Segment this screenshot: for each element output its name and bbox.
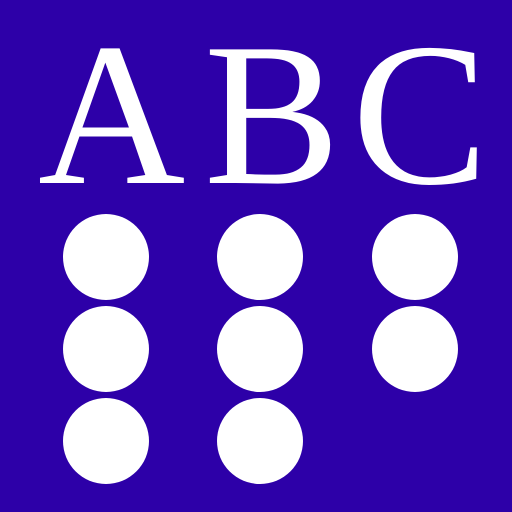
braille-dot-col3-row2 (372, 306, 458, 392)
letter-a: A (38, 2, 186, 228)
braille-dot-col2-row2 (217, 306, 303, 392)
letter-b: B (204, 2, 341, 228)
braille-dot-col1-row2 (63, 306, 149, 392)
letters-row: A B C (0, 2, 512, 228)
braille-dot-col1-row1 (63, 214, 149, 300)
braille-dot-col3-row1 (372, 214, 458, 300)
letter-c: C (352, 2, 489, 228)
braille-dot-col2-row3 (217, 398, 303, 484)
braille-abc-logo: A B C (0, 0, 512, 512)
braille-dot-col2-row1 (217, 214, 303, 300)
braille-dot-col1-row3 (63, 398, 149, 484)
